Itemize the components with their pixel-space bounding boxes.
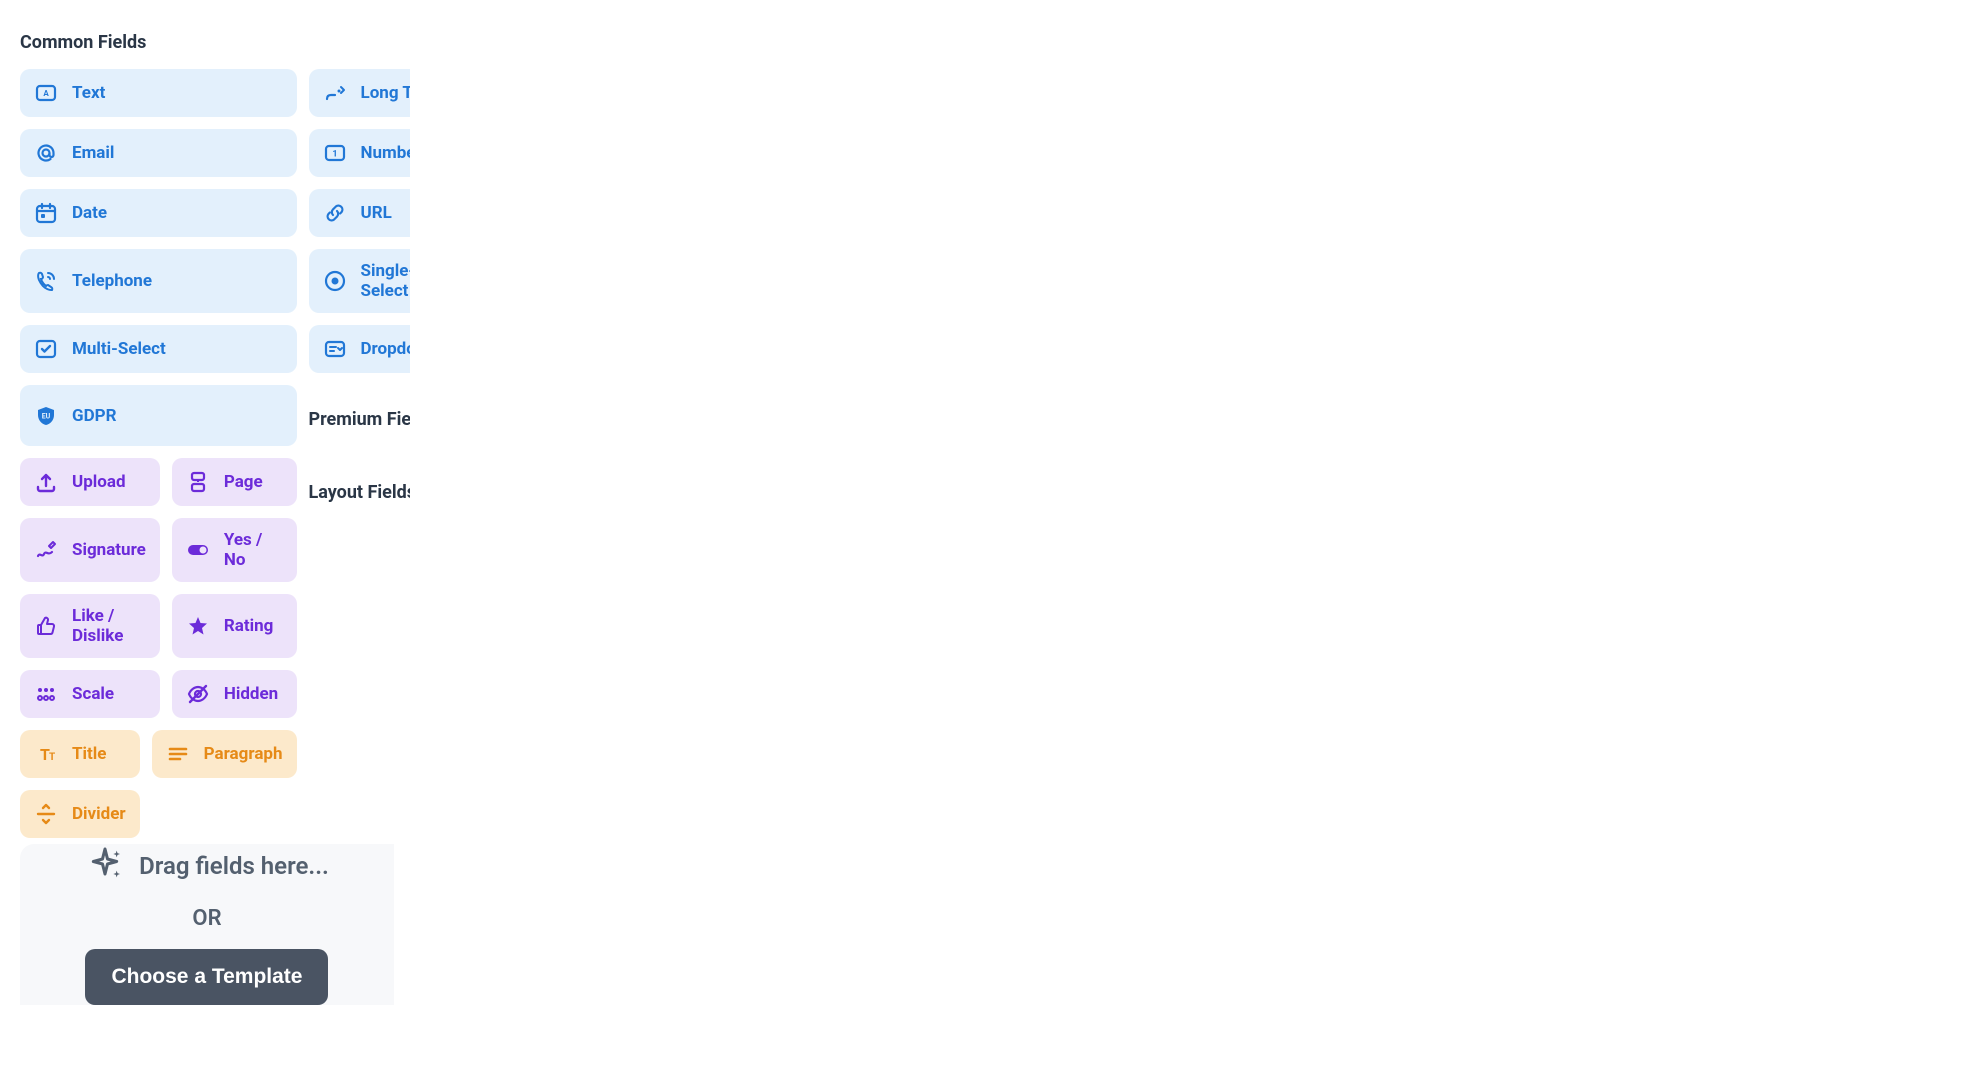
- drop-zone: Drag fields here... OR Choose a Template: [85, 844, 329, 1005]
- layout-fields-grid: Title Paragraph Divider: [20, 730, 297, 838]
- form-canvas[interactable]: Drag fields here... OR Choose a Template: [20, 844, 394, 1005]
- field-dropdown[interactable]: Dropdown: [309, 325, 411, 373]
- section-title-layout: Layout Fields: [309, 482, 411, 702]
- field-label: Long Text: [361, 83, 411, 103]
- field-label: Like / Dislike: [72, 606, 146, 646]
- field-upload[interactable]: Upload: [20, 458, 160, 506]
- field-label: Telephone: [72, 271, 152, 291]
- drag-hint-text: Drag fields here...: [139, 852, 329, 880]
- scale-icon: [34, 682, 58, 706]
- field-telephone[interactable]: Telephone: [20, 249, 297, 313]
- or-label: OR: [192, 906, 221, 931]
- field-title[interactable]: Title: [20, 730, 140, 778]
- long-text-icon: [323, 81, 347, 105]
- toggle-icon: [186, 538, 210, 562]
- field-label: Hidden: [224, 684, 278, 704]
- title-icon: [34, 742, 58, 766]
- field-email[interactable]: Email: [20, 129, 297, 177]
- field-label: URL: [361, 203, 392, 223]
- telephone-icon: [34, 269, 58, 293]
- field-single-select[interactable]: Single-Select: [309, 249, 411, 313]
- date-icon: [34, 201, 58, 225]
- premium-fields-grid: Upload Page Signature Yes / No Like / Di…: [20, 458, 297, 718]
- text-icon: [34, 81, 58, 105]
- field-rating[interactable]: Rating: [172, 594, 297, 658]
- section-title-common: Common Fields: [20, 32, 394, 53]
- field-page[interactable]: Page: [172, 458, 297, 506]
- field-label: Scale: [72, 684, 114, 704]
- field-label: Paragraph: [204, 744, 283, 764]
- field-label: Date: [72, 203, 107, 223]
- dropdown-icon: [323, 337, 347, 361]
- field-label: Text: [72, 83, 105, 103]
- field-label: GDPR: [72, 406, 116, 426]
- field-hidden[interactable]: Hidden: [172, 670, 297, 718]
- field-date[interactable]: Date: [20, 189, 297, 237]
- url-icon: [323, 201, 347, 225]
- field-divider[interactable]: Divider: [20, 790, 140, 838]
- field-label: Single-Select: [361, 261, 411, 301]
- hidden-icon: [186, 682, 210, 706]
- field-url[interactable]: URL: [309, 189, 411, 237]
- divider-icon: [34, 802, 58, 826]
- choose-template-button[interactable]: Choose a Template: [85, 949, 328, 1005]
- number-icon: [323, 141, 347, 165]
- field-label: Upload: [72, 472, 126, 492]
- section-title-premium: Premium Fields: [309, 409, 411, 430]
- field-signature[interactable]: Signature: [20, 518, 160, 582]
- field-yesno[interactable]: Yes / No: [172, 518, 297, 582]
- field-label: Dropdown: [361, 339, 411, 359]
- field-text[interactable]: Text: [20, 69, 297, 117]
- field-scale[interactable]: Scale: [20, 670, 160, 718]
- drag-hint-row: Drag fields here...: [85, 844, 329, 888]
- field-long-text[interactable]: Long Text: [309, 69, 411, 117]
- field-number[interactable]: Number: [309, 129, 411, 177]
- field-label: Signature: [72, 540, 146, 560]
- paragraph-icon: [166, 742, 190, 766]
- email-icon: [34, 141, 58, 165]
- upload-icon: [34, 470, 58, 494]
- field-label: Divider: [72, 804, 126, 824]
- star-icon: [186, 614, 210, 638]
- sparkle-icon: [85, 844, 125, 888]
- field-label: Yes / No: [224, 530, 283, 570]
- field-multi-select[interactable]: Multi-Select: [20, 325, 297, 373]
- field-paragraph[interactable]: Paragraph: [152, 730, 297, 778]
- field-label: Title: [72, 744, 106, 764]
- multi-select-icon: [34, 337, 58, 361]
- signature-icon: [34, 538, 58, 562]
- field-label: Email: [72, 143, 114, 163]
- field-label: Number: [361, 143, 411, 163]
- common-fields-grid: Text Long Text Email Number Date URL Tel…: [20, 69, 394, 838]
- field-label: Multi-Select: [72, 339, 166, 359]
- gdpr-icon: [34, 404, 58, 428]
- single-select-icon: [323, 269, 347, 293]
- page-icon: [186, 470, 210, 494]
- field-like[interactable]: Like / Dislike: [20, 594, 160, 658]
- like-icon: [34, 614, 58, 638]
- field-label: Page: [224, 472, 263, 492]
- field-label: Rating: [224, 616, 273, 636]
- sidebar: Common Fields Text Long Text Email Numbe…: [0, 0, 410, 1076]
- field-gdpr[interactable]: GDPR: [20, 385, 297, 446]
